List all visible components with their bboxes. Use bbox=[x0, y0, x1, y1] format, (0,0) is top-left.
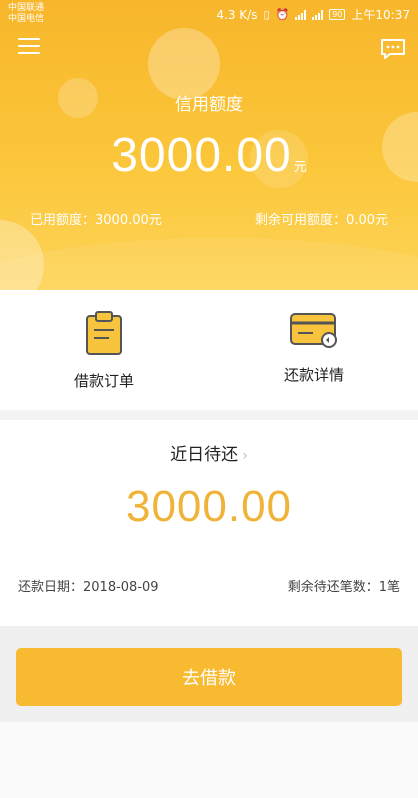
net-speed: 4.3 K/s bbox=[216, 7, 258, 22]
clipboard-icon bbox=[86, 311, 122, 355]
carriers: 中国联通 中国电信 bbox=[8, 3, 44, 25]
credit-amount-value: 3000.00 bbox=[111, 129, 292, 182]
repayment-details-label: 还款详情 bbox=[283, 366, 344, 384]
quick-actions: 借款订单 还款详情 bbox=[0, 290, 418, 410]
credit-amount: 3000.00 元 bbox=[0, 128, 418, 183]
carrier-1: 中国联通 bbox=[8, 3, 45, 13]
upcoming-repayment-link[interactable]: 近日待还 › bbox=[0, 440, 418, 465]
repayment-amount: 3000.00 bbox=[125, 482, 293, 531]
menu-icon[interactable] bbox=[18, 38, 40, 56]
battery-icon: 90 bbox=[329, 9, 346, 20]
alarm-icon: ⏰ bbox=[275, 8, 290, 21]
vibrate-icon: ▯ bbox=[263, 8, 270, 21]
credit-amount-unit: 元 bbox=[293, 160, 307, 175]
clock: 上午10:37 bbox=[351, 8, 410, 22]
credit-header: 中国联通 中国电信 4.3 K/s ▯ ⏰ 90 上午10:37 信用额度 30… bbox=[0, 0, 418, 290]
borrow-button[interactable]: 去借款 bbox=[16, 648, 402, 706]
upcoming-repayment-card: 近日待还 › 3000.00 还款日期：2018-08-09 剩余待还笔数：1笔 bbox=[0, 420, 418, 626]
status-icons: 4.3 K/s ▯ ⏰ 90 上午10:37 bbox=[216, 6, 410, 23]
carrier-2: 中国电信 bbox=[8, 14, 45, 24]
used-credit: 已用额度：3000.00元 bbox=[30, 213, 162, 228]
signal-icon bbox=[312, 9, 324, 20]
chevron-right-icon: › bbox=[242, 448, 248, 464]
decor-wave bbox=[0, 238, 418, 290]
loan-orders-button[interactable]: 借款订单 bbox=[34, 308, 174, 391]
card-icon bbox=[290, 313, 337, 348]
remaining-credit: 剩余可用额度：0.00元 bbox=[255, 213, 388, 228]
remaining-repayment-count: 剩余待还笔数：1笔 bbox=[287, 580, 400, 595]
status-bar: 中国联通 中国电信 4.3 K/s ▯ ⏰ 90 上午10:37 bbox=[0, 0, 418, 28]
credit-title: 信用额度 bbox=[175, 95, 243, 115]
bottom-spacer bbox=[0, 722, 418, 798]
repayment-details-button[interactable]: 还款详情 bbox=[244, 308, 384, 385]
message-icon[interactable] bbox=[380, 38, 406, 60]
repayment-date: 还款日期：2018-08-09 bbox=[18, 580, 159, 595]
app-screen: 中国联通 中国电信 4.3 K/s ▯ ⏰ 90 上午10:37 信用额度 30… bbox=[0, 0, 418, 798]
borrow-area: 去借款 bbox=[0, 626, 418, 722]
signal-icon bbox=[295, 9, 307, 20]
loan-orders-label: 借款订单 bbox=[73, 372, 134, 390]
upcoming-repayment-title: 近日待还 bbox=[170, 445, 239, 465]
